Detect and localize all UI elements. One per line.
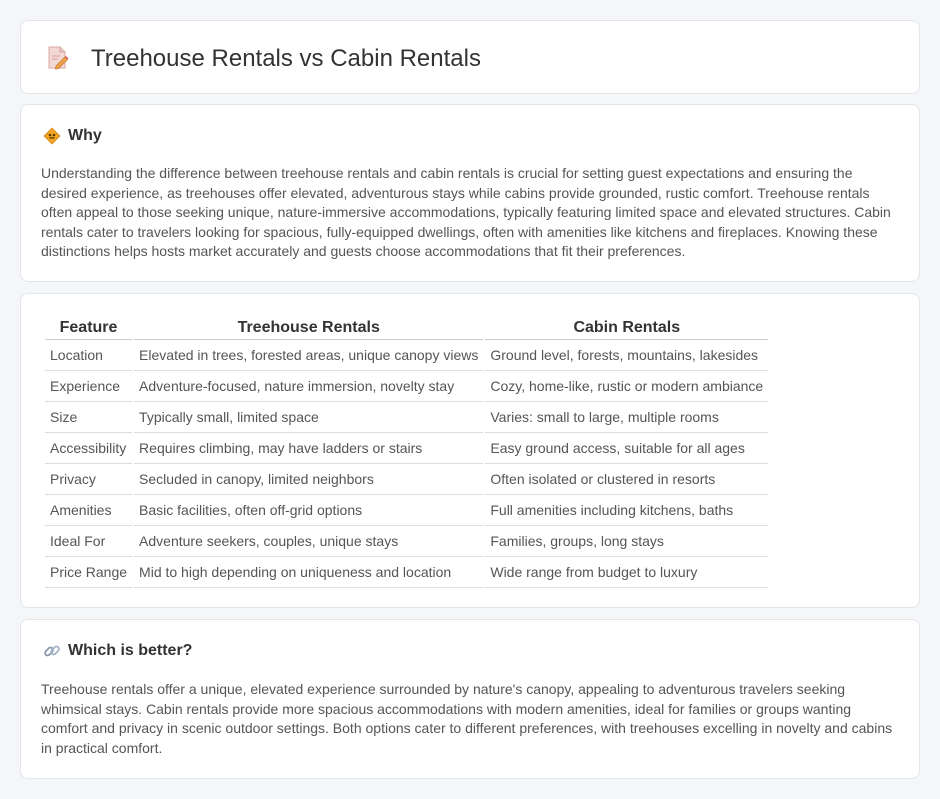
treehouse-cell: Requires climbing, may have ladders or s…	[134, 433, 484, 464]
which-better-heading: Which is better?	[43, 642, 192, 660]
cabin-cell: Easy ground access, suitable for all age…	[485, 433, 769, 464]
feature-cell: Experience	[45, 371, 133, 402]
table-row: Experience Adventure-focused, nature imme…	[45, 371, 769, 402]
column-header-feature: Feature	[45, 316, 133, 340]
comparison-section: Feature Treehouse Rentals Cabin Rentals …	[20, 293, 920, 608]
feature-cell: Price Range	[45, 557, 133, 588]
table-row: Location Elevated in trees, forested area…	[45, 340, 769, 371]
table-row: Privacy Secluded in canopy, limited neigh…	[45, 464, 769, 495]
cabin-cell: Wide range from budget to luxury	[485, 557, 769, 588]
feature-cell: Amenities	[45, 495, 133, 526]
cabin-cell: Varies: small to large, multiple rooms	[485, 402, 769, 433]
cabin-cell: Often isolated or clustered in resorts	[485, 464, 769, 495]
treehouse-cell: Mid to high depending on uniqueness and …	[134, 557, 484, 588]
feature-cell: Accessibility	[45, 433, 133, 464]
why-section: Why Understanding the difference between…	[20, 104, 920, 282]
which-better-title: Which is better?	[68, 642, 193, 659]
page-title: Treehouse Rentals vs Cabin Rentals	[91, 45, 481, 72]
cabin-cell: Ground level, forests, mountains, lakesi…	[485, 340, 769, 371]
treehouse-cell: Elevated in trees, forested areas, uniqu…	[134, 340, 484, 371]
why-heading: Why	[43, 127, 102, 145]
which-better-section: Which is better? Treehouse rentals offer…	[20, 619, 920, 779]
table-header-row: Feature Treehouse Rentals Cabin Rentals	[45, 316, 769, 340]
link-icon	[44, 645, 60, 657]
why-text: Understanding the difference between tre…	[41, 165, 891, 260]
table-row: Ideal For Adventure seekers, couples, uni…	[45, 526, 769, 557]
cabin-cell: Families, groups, long stays	[485, 526, 769, 557]
feature-cell: Privacy	[45, 464, 133, 495]
feature-cell: Size	[45, 402, 133, 433]
column-header-cabin: Cabin Rentals	[485, 316, 769, 340]
treehouse-cell: Adventure-focused, nature immersion, nov…	[134, 371, 484, 402]
cabin-cell: Full amenities including kitchens, baths	[485, 495, 769, 526]
treehouse-cell: Basic facilities, often off-grid options	[134, 495, 484, 526]
table-row: Size Typically small, limited space Varies…	[45, 402, 769, 433]
table-row: Price Range Mid to high depending on uniq…	[45, 557, 769, 588]
treehouse-cell: Adventure seekers, couples, unique stays	[134, 526, 484, 557]
which-better-text: Treehouse rentals offer a unique, elevat…	[41, 681, 893, 756]
feature-cell: Location	[45, 340, 133, 371]
cabin-cell: Cozy, home-like, rustic or modern ambian…	[485, 371, 769, 402]
table-row: Accessibility Requires climbing, may have…	[45, 433, 769, 464]
why-title: Why	[68, 127, 102, 144]
header-card: Treehouse Rentals vs Cabin Rentals	[20, 20, 920, 94]
treehouse-cell: Secluded in canopy, limited neighbors	[134, 464, 484, 495]
column-header-treehouse: Treehouse Rentals	[134, 316, 484, 340]
table-row: Amenities Basic facilities, often off-gri…	[45, 495, 769, 526]
feature-cell: Ideal For	[45, 526, 133, 557]
treehouse-cell: Typically small, limited space	[134, 402, 484, 433]
comparison-table: Feature Treehouse Rentals Cabin Rentals …	[43, 316, 770, 588]
document-pencil-icon	[48, 46, 69, 70]
diamond-sign-icon	[43, 127, 61, 145]
